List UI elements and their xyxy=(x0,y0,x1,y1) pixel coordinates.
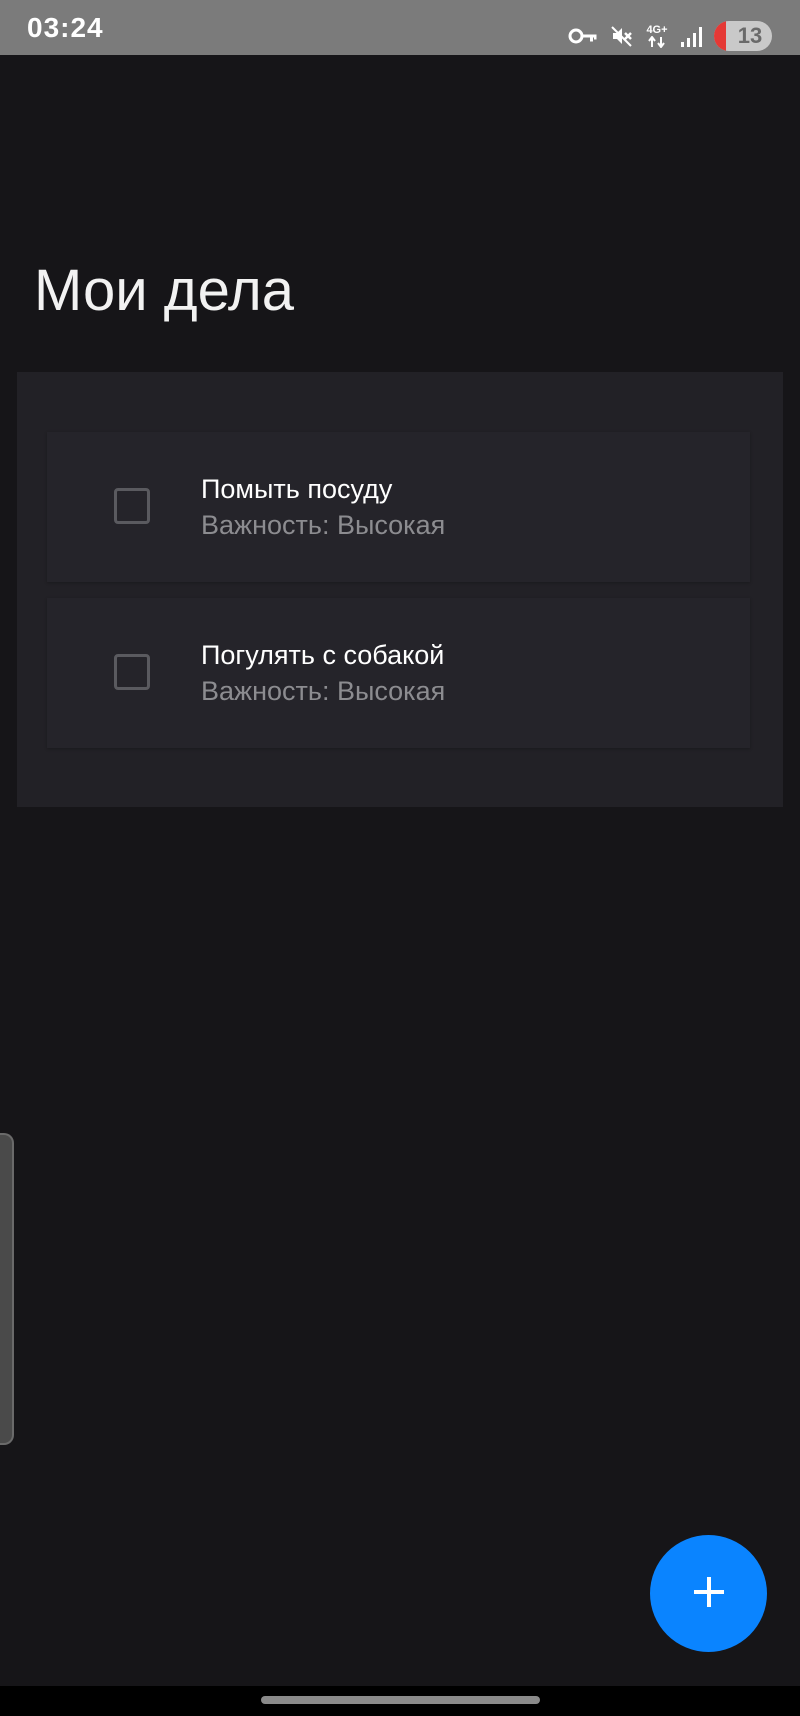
navigation-bar xyxy=(0,1686,800,1716)
status-time: 03:24 xyxy=(27,12,104,43)
network-label: 4G+ xyxy=(646,23,668,36)
battery-low-indicator xyxy=(714,21,726,51)
task-item[interactable]: Помыть посуду Важность: Высокая xyxy=(47,432,750,582)
add-task-button[interactable] xyxy=(650,1535,767,1652)
task-priority: Важность: Высокая xyxy=(201,676,446,706)
task-title: Погулять с собакой xyxy=(201,640,445,670)
task-priority: Важность: Высокая xyxy=(201,510,446,540)
home-indicator[interactable] xyxy=(261,1696,540,1704)
network-4g-icon: 4G+ xyxy=(646,23,668,48)
battery-level: 13 xyxy=(737,23,763,48)
status-bar: 03:24 4G+ 13 xyxy=(0,0,800,55)
edge-panel-handle[interactable] xyxy=(0,1133,14,1445)
task-item[interactable]: Погулять с собакой Важность: Высокая xyxy=(47,598,750,748)
vpn-key-icon xyxy=(568,26,598,46)
task-checkbox[interactable] xyxy=(114,488,150,524)
page-title: Мои дела xyxy=(34,258,295,323)
task-list: Помыть посуду Важность: Высокая Погулять… xyxy=(17,372,783,807)
status-icons: 4G+ 13 xyxy=(568,20,772,52)
battery-icon: 13 xyxy=(714,21,772,51)
task-checkbox[interactable] xyxy=(114,654,150,690)
plus-icon xyxy=(691,1574,727,1613)
signal-icon xyxy=(680,25,702,47)
task-title: Помыть посуду xyxy=(201,474,393,504)
mute-icon xyxy=(610,24,634,48)
app-screen: 03:24 4G+ 13 Мои дела Помыть посуду Важн… xyxy=(0,0,800,1716)
